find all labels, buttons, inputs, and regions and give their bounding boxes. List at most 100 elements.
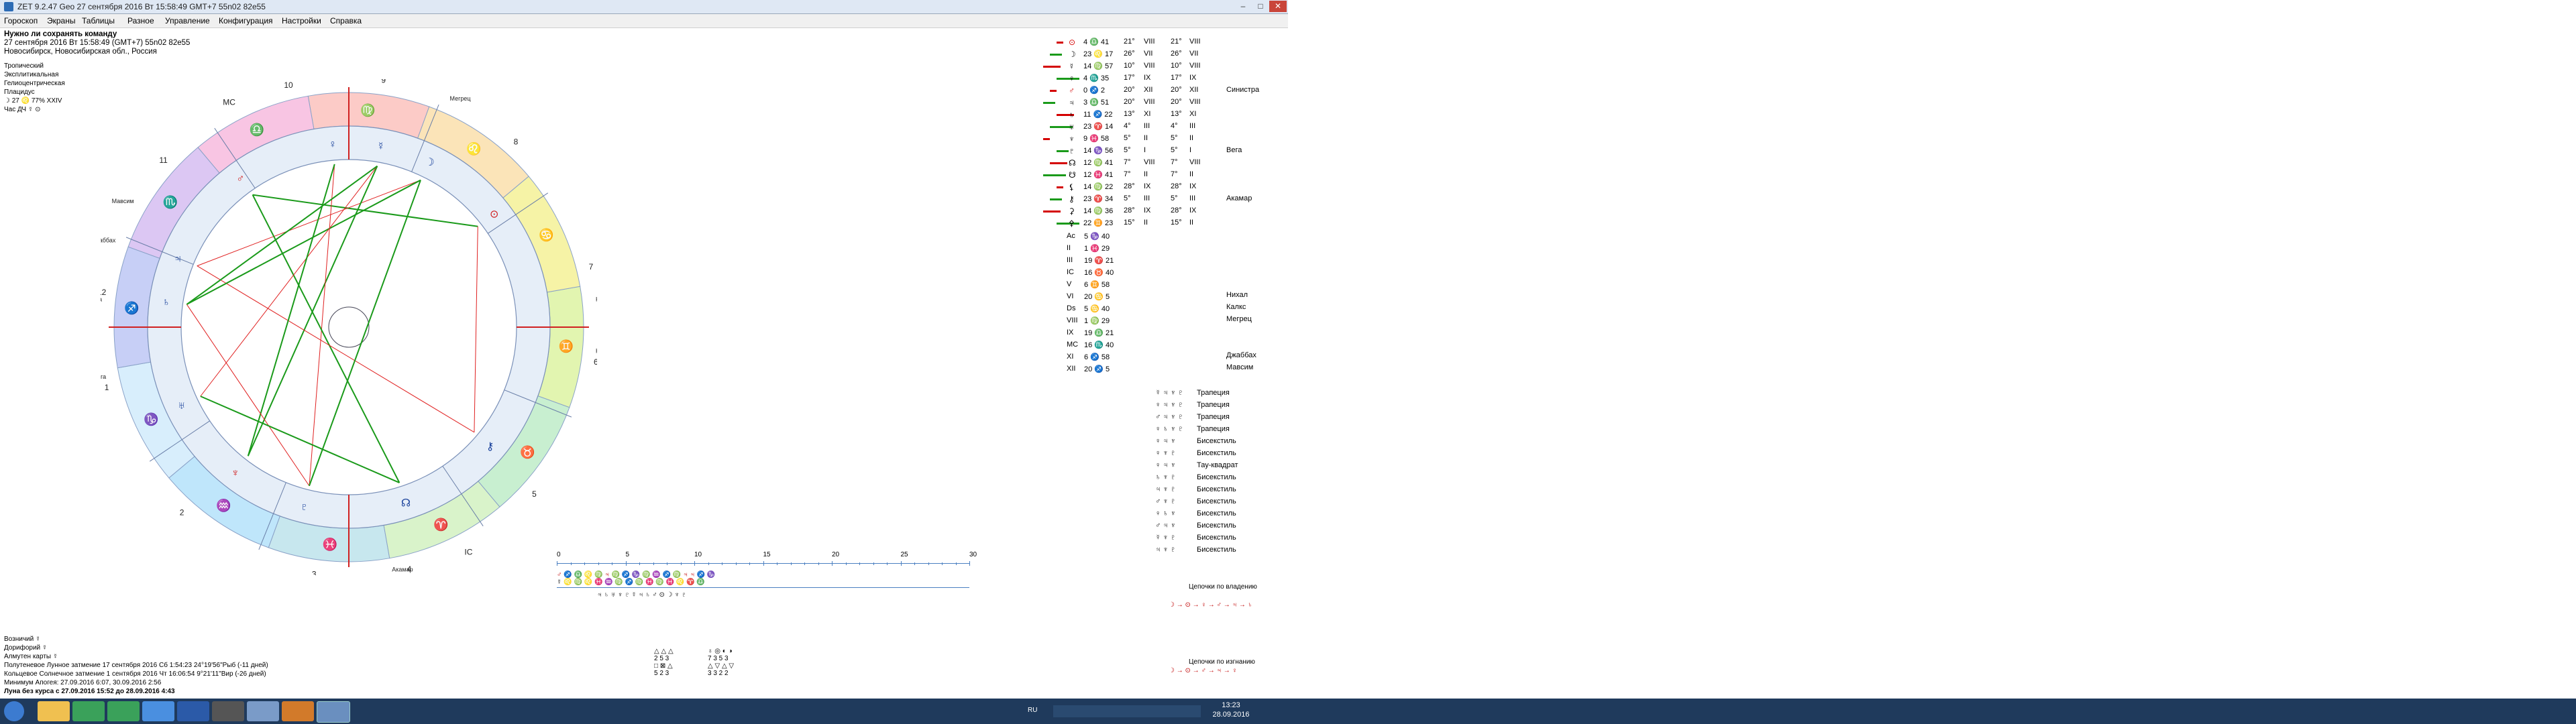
- angle-label-mc: MC: [223, 97, 235, 107]
- menu-help[interactable]: Справка: [330, 16, 362, 25]
- configuration-row[interactable]: ♂ ♃ ♆ ♇ Трапеция: [1155, 413, 1263, 424]
- planet-degree: 20°: [1124, 86, 1135, 94]
- configuration-name: Бисекстиль: [1197, 509, 1236, 518]
- tray-icons[interactable]: [1053, 705, 1201, 717]
- configuration-row[interactable]: ☿ ♃ ♆ ♇ Трапеция: [1155, 389, 1263, 400]
- house-number: 8: [514, 137, 519, 147]
- house-system: Плацидус: [4, 88, 35, 96]
- planet-degree-2: 17°: [1171, 74, 1182, 82]
- menu-horoscope[interactable]: Гороскоп: [4, 16, 38, 25]
- wheel-star-label: Нихал: [596, 348, 597, 355]
- language-indicator[interactable]: RU: [1028, 707, 1037, 714]
- close-button[interactable]: ✕: [1269, 1, 1287, 12]
- configuration-row[interactable]: ♄ ♆ ♇ Бисекстиль: [1155, 473, 1263, 484]
- configuration-row[interactable]: ♀ ♃ ♆ Тау-квадрат: [1155, 461, 1263, 472]
- house-type: Эксплитикальная: [4, 71, 59, 78]
- angle-label-ic: IC: [464, 548, 472, 557]
- start-button[interactable]: [4, 701, 24, 721]
- planet-row[interactable]: ♅ 23 ♈ 14 4° III 4° III: [1036, 122, 1258, 133]
- menu-control[interactable]: Управление: [165, 16, 210, 25]
- cusp-row: VIII 1 ♍ 29: [1067, 316, 1147, 327]
- planet-row[interactable]: ♃ 3 ♎ 51 20° VIII 20° VIII: [1036, 98, 1258, 109]
- planet-glyph[interactable]: ☿: [377, 141, 385, 152]
- menu-configuration[interactable]: Конфигурация: [219, 16, 273, 25]
- configuration-glyphs: ♃ ♆ ♇: [1155, 546, 1176, 554]
- configuration-row[interactable]: ♃ ♆ ♇ Бисекстиль: [1155, 546, 1263, 556]
- cusp-position: 6 ♐ 58: [1084, 353, 1110, 361]
- menu-misc[interactable]: Разное: [127, 16, 154, 25]
- cusp-row: XI 6 ♐ 58: [1067, 353, 1147, 363]
- planet-glyph: ☿: [1069, 62, 1075, 71]
- menu-tables[interactable]: Таблицы: [82, 16, 115, 25]
- configuration-row[interactable]: ♃ ♆ ♇ Бисекстиль: [1155, 485, 1263, 496]
- menu-settings[interactable]: Настройки: [282, 16, 321, 25]
- planet-glyph[interactable]: ♄: [162, 297, 170, 308]
- planet-house-2: II: [1189, 134, 1194, 142]
- timeline-minor-tick: [639, 562, 640, 565]
- planet-row[interactable]: ♄ 11 ♐ 22 13° XI 13° XI: [1036, 110, 1258, 121]
- planet-row[interactable]: ⚸ 14 ♍ 22 28° IX 28° IX: [1036, 182, 1258, 193]
- app-icon-7[interactable]: [247, 701, 279, 721]
- planet-glyph[interactable]: ☊: [401, 498, 411, 509]
- chrome2-icon[interactable]: [107, 701, 140, 721]
- configuration-row[interactable]: ♂ ♆ ♇ Бисекстиль: [1155, 497, 1263, 508]
- planet-house-2: III: [1189, 122, 1196, 130]
- timeline-row-3: ♃ ♄ ♅ ♆ ♇ ☿ ♃ ♄ ♂ ⊙ ☽ ♆ ♇: [597, 591, 687, 599]
- cusp-row: XII 20 ♐ 5: [1067, 365, 1147, 375]
- planet-row[interactable]: ⚷ 23 ♈ 34 5° III 5° III: [1036, 194, 1258, 205]
- configuration-row[interactable]: ♀ ♃ ♆ Бисекстиль: [1155, 437, 1263, 448]
- planet-glyph[interactable]: ⚷: [486, 441, 494, 452]
- chrome3-icon[interactable]: [142, 701, 174, 721]
- planet-row[interactable]: ☋ 12 ♓ 41 7° II 7° II: [1036, 170, 1258, 181]
- zet-app-icon[interactable]: [317, 701, 350, 723]
- clock-date: 28.09.2016: [1212, 711, 1250, 719]
- planet-glyph[interactable]: ♅: [178, 400, 186, 412]
- planet-glyph[interactable]: ♂: [236, 174, 244, 185]
- planet-position: 4 ♏ 35: [1083, 74, 1110, 82]
- planet-house-2: XI: [1189, 110, 1197, 118]
- planet-row[interactable]: ♂ 0 ♐ 2 20° XII 20° XII: [1036, 86, 1258, 97]
- maximize-button[interactable]: □: [1252, 1, 1269, 12]
- configuration-row[interactable]: ♀ ♄ ♆ Бисекстиль: [1155, 509, 1263, 520]
- planet-row[interactable]: ☽ 23 ♌ 17 26° VII 26° VII: [1036, 50, 1258, 60]
- planet-row[interactable]: ♀ 4 ♏ 35 17° IX 17° IX: [1036, 74, 1258, 84]
- word-icon[interactable]: [177, 701, 209, 721]
- planet-degree-2: 7°: [1171, 158, 1178, 166]
- configuration-row[interactable]: ♀ ♆ ♇ Бисекстиль: [1155, 449, 1263, 460]
- timeline-minor-tick: [625, 562, 627, 565]
- chrome-icon[interactable]: [72, 701, 105, 721]
- configuration-row[interactable]: ♀ ♄ ♆ ♇ Трапеция: [1155, 425, 1263, 436]
- explorer-icon[interactable]: [38, 701, 70, 721]
- cusp-position: 1 ♓ 29: [1084, 245, 1110, 253]
- planet-glyph[interactable]: ☽: [425, 157, 434, 168]
- timeline-row-1: ♂ ♐ ♎ ♌ ♍ ♃ ♍ ♐ ♑ ♍ ♒ ♐ ♍ ♃ ♃ ♐ ♑: [557, 571, 716, 579]
- planet-row[interactable]: ☿ 14 ♍ 57 10° VIII 10° VIII: [1036, 62, 1258, 72]
- wheel-star-label: Джаббах: [101, 237, 116, 243]
- configuration-glyphs: ♀ ♆ ♇: [1155, 449, 1176, 457]
- app-icon-8[interactable]: [282, 701, 314, 721]
- minimize-button[interactable]: –: [1234, 1, 1252, 12]
- planet-row[interactable]: ♇ 14 ♑ 56 5° I 5° I: [1036, 146, 1258, 157]
- configuration-row[interactable]: ♂ ♃ ♆ Бисекстиль: [1155, 522, 1263, 532]
- taskbar-clock[interactable]: 13:23 28.09.2016: [1208, 701, 1254, 719]
- configuration-name: Трапеция: [1197, 413, 1230, 421]
- planet-row[interactable]: ⚳ 14 ♍ 36 28° IX 28° IX: [1036, 206, 1258, 217]
- menu-screens[interactable]: Экраны: [47, 16, 75, 25]
- natal-chart-wheel[interactable]: ♑♒♓♈♉♊♋♌♍♎♏♐123456789101112AscDsMCIC⊙☽☿♀…: [101, 79, 597, 575]
- planet-row[interactable]: ♆ 9 ♓ 58 5° II 5° II: [1036, 134, 1258, 145]
- charioteer-info: Возничий ☿: [4, 636, 41, 643]
- planet-glyph[interactable]: ♆: [231, 468, 239, 479]
- configuration-row[interactable]: ♀ ♃ ♆ ♇ Трапеция: [1155, 401, 1263, 412]
- planet-row[interactable]: ⚴ 22 ♊ 23 15° II 15° II: [1036, 219, 1258, 229]
- app-icon-6[interactable]: [212, 701, 244, 721]
- sign-glyph: ♐: [124, 301, 139, 315]
- planet-glyph[interactable]: ♀: [329, 139, 337, 150]
- transit-timeline[interactable]: 0 5 10 15 20 25 30 ♂ ♐ ♎ ♌ ♍ ♃ ♍ ♐ ♑ ♍ ♒ ♐ ♍ ♃…: [557, 551, 977, 599]
- configuration-row[interactable]: ☿ ♆ ♇ Бисекстиль: [1155, 534, 1263, 544]
- planet-glyph[interactable]: ♃: [174, 253, 182, 265]
- planet-row[interactable]: ☊ 12 ♍ 41 7° VIII 7° VIII: [1036, 158, 1258, 169]
- sign-glyph: ♍: [360, 103, 375, 117]
- planet-glyph[interactable]: ♇: [300, 501, 308, 513]
- planet-row[interactable]: ⊙ 4 ♎ 41 21° VIII 21° VIII: [1036, 38, 1258, 48]
- planet-glyph[interactable]: ⊙: [490, 209, 498, 221]
